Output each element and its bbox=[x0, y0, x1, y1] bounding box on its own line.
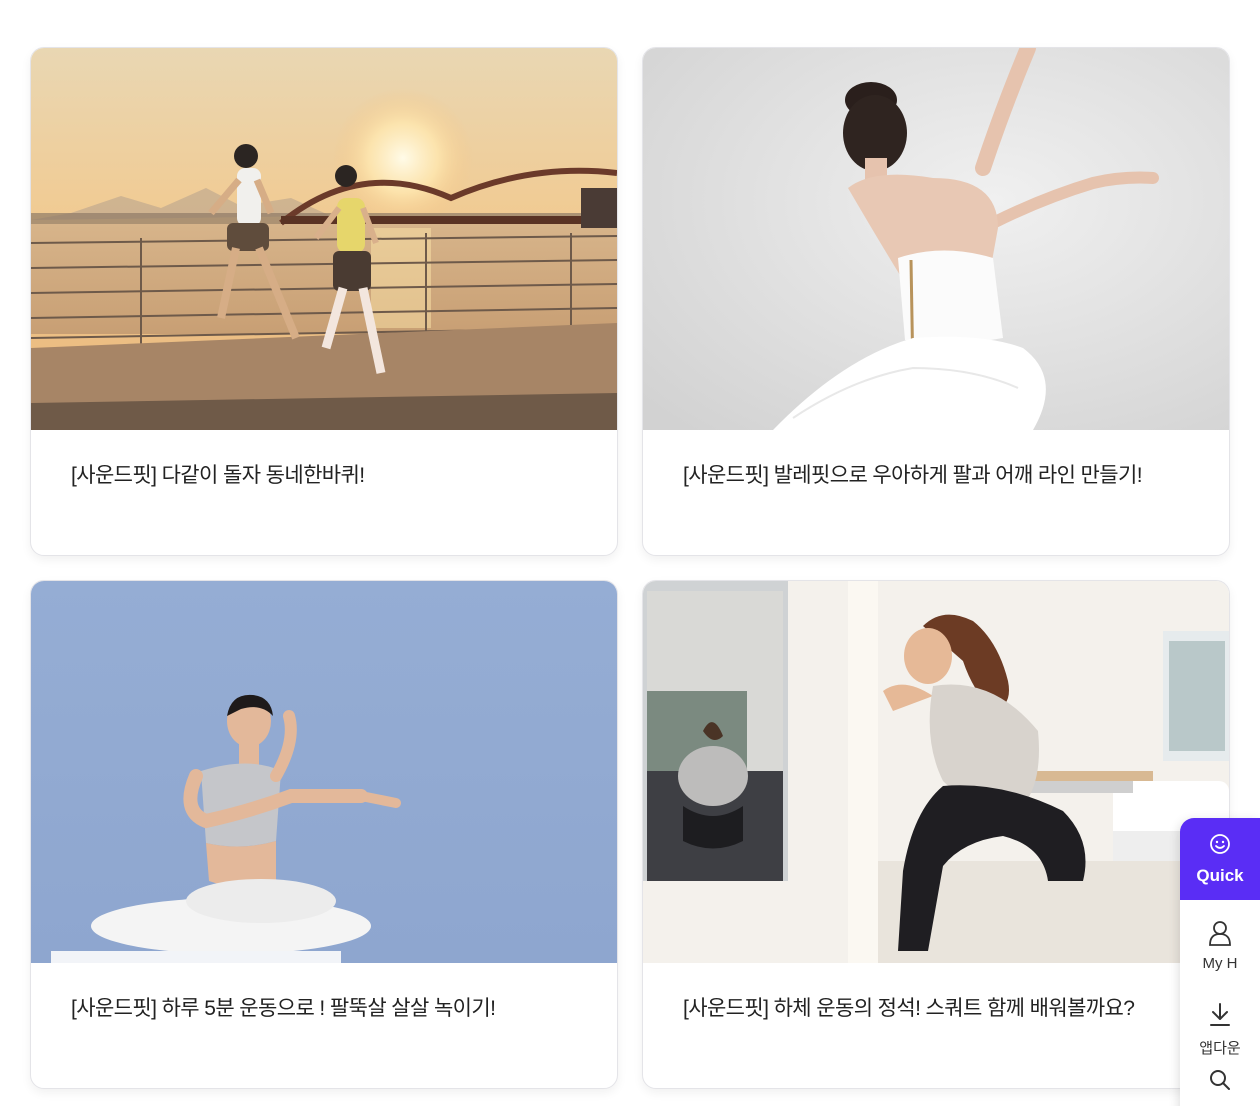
ballet-dancer-photo bbox=[643, 48, 1229, 430]
content-card[interactable]: [사운드핏] 다같이 돌자 동네한바퀴! bbox=[30, 47, 618, 556]
quick-menu: Quick My H 앱다운 bbox=[1180, 818, 1260, 1106]
search-icon bbox=[1208, 1068, 1232, 1099]
card-title: [사운드핏] 하체 운동의 정석! 스쿼트 함께 배워볼까요? bbox=[683, 997, 1135, 1020]
content-card[interactable]: [사운드핏] 하체 운동의 정석! 스쿼트 함께 배워볼까요? bbox=[642, 580, 1230, 1089]
card-title: [사운드핏] 다같이 돌자 동네한바퀴! bbox=[71, 464, 365, 487]
quick-button[interactable]: Quick bbox=[1180, 818, 1260, 900]
yoga-stretch-photo bbox=[31, 581, 617, 963]
card-title: [사운드핏] 하루 5분 운동으로 ! 팔뚝살 살살 녹이기! bbox=[71, 997, 496, 1020]
quick-item-my-h[interactable]: My H bbox=[1180, 900, 1260, 982]
quick-item-label: My H bbox=[1202, 955, 1238, 972]
user-icon bbox=[1208, 920, 1232, 951]
running-by-river-photo bbox=[31, 48, 617, 430]
quick-label: Quick bbox=[1196, 865, 1244, 885]
smile-icon bbox=[1209, 833, 1231, 860]
card-title: [사운드핏] 발레핏으로 우아하게 팔과 어깨 라인 만들기! bbox=[683, 464, 1143, 487]
quick-item-app-download[interactable]: 앱다운 bbox=[1180, 982, 1260, 1064]
download-icon bbox=[1208, 1002, 1232, 1033]
content-card[interactable]: [사운드핏] 하루 5분 운동으로 ! 팔뚝살 살살 녹이기! bbox=[30, 580, 618, 1089]
content-card[interactable]: [사운드핏] 발레핏으로 우아하게 팔과 어깨 라인 만들기! bbox=[642, 47, 1230, 556]
content-grid: [사운드핏] 다같이 돌자 동네한바퀴! [사운드핏] 발레핏으로 우아하게 팔… bbox=[30, 47, 1230, 1089]
quick-item-search[interactable] bbox=[1180, 1064, 1260, 1106]
quick-item-label: 앱다운 bbox=[1199, 1040, 1241, 1057]
squat-mirror-photo bbox=[643, 581, 1229, 963]
